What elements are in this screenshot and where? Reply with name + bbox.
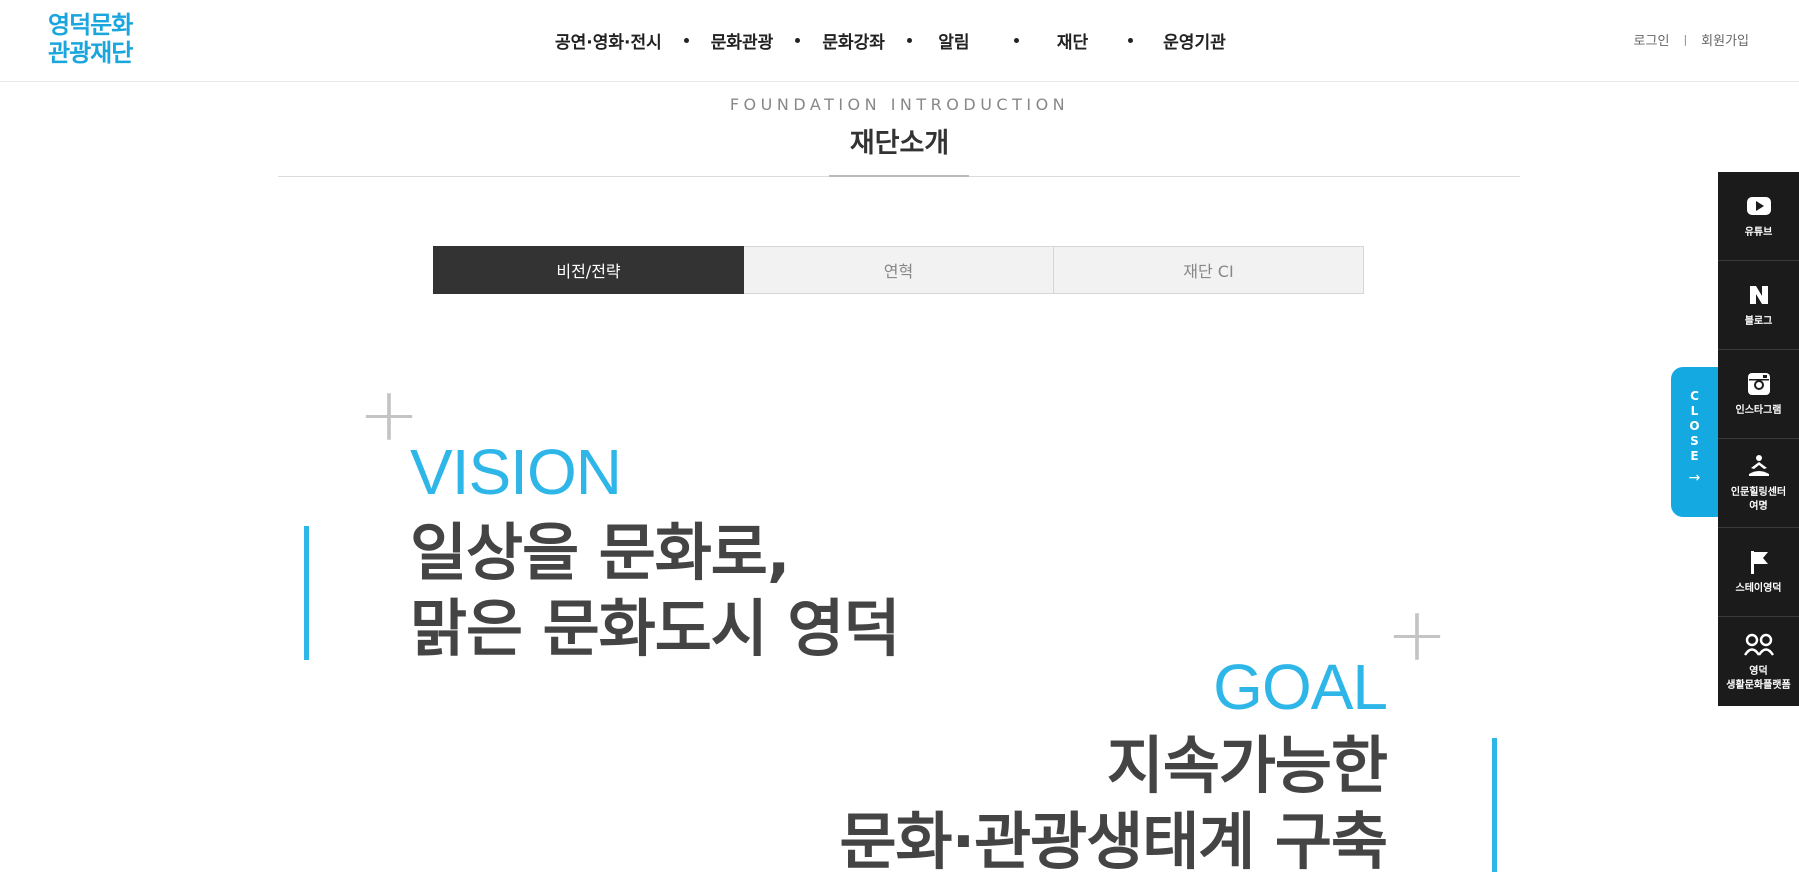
page-title: 재단소개 xyxy=(849,128,950,159)
login-link[interactable]: 로그인 xyxy=(1634,30,1670,49)
quick-item-youtube[interactable]: 유튜브 xyxy=(1718,172,1799,261)
quick-item-label: 인스타그램 xyxy=(1735,405,1782,416)
nav-separator-dot xyxy=(795,37,801,43)
nav-item-notice[interactable]: 알림 xyxy=(934,28,974,53)
close-letter: S xyxy=(1690,434,1699,448)
goal-line-1: 지속가능한 xyxy=(1106,729,1388,802)
tab-foundation-ci[interactable]: 재단 CI xyxy=(1054,246,1364,294)
close-label: C L O S E xyxy=(1689,389,1699,464)
quick-item-label: 유튜브 xyxy=(1744,227,1773,238)
quick-item-label: 스테이영덕 xyxy=(1735,583,1782,594)
quick-item-healing-center[interactable]: 인문힐링센터 여명 xyxy=(1718,439,1799,528)
nav-separator-dot xyxy=(1013,37,1019,43)
instagram-icon xyxy=(1747,370,1771,398)
vision-accent-bar xyxy=(304,526,309,660)
vision-line-1: 일상을 문화로, xyxy=(410,516,790,589)
nav-separator-dot xyxy=(1128,37,1134,43)
quick-item-stay-yeongdeok[interactable]: 스테이영덕 xyxy=(1718,528,1799,617)
quick-item-blog[interactable]: 블로그 xyxy=(1718,261,1799,350)
quick-item-label: 인문힐링센터 여명 xyxy=(1730,487,1787,512)
goal-statement: 지속가능한 문화·관광생태계 구축 xyxy=(840,728,1388,880)
logo-line-1: 영덕문화 xyxy=(48,11,133,39)
util-separator: | xyxy=(1683,33,1688,46)
nav-item-organizations[interactable]: 운영기관 xyxy=(1163,28,1226,53)
nav-separator-dot xyxy=(683,37,689,43)
join-link[interactable]: 회원가입 xyxy=(1701,30,1749,49)
close-letter: E xyxy=(1690,449,1699,463)
close-letter: L xyxy=(1690,404,1699,418)
close-letter: O xyxy=(1689,419,1700,433)
nav-item-lectures[interactable]: 문화강좌 xyxy=(822,28,885,53)
flag-icon xyxy=(1748,548,1770,576)
site-header: 영덕문화 관광재단 공연·영화·전시 문화관광 문화강좌 알림 재단 운영기관 … xyxy=(0,0,1799,82)
quick-item-culture-platform[interactable]: 영덕 생활문화플랫폼 xyxy=(1718,617,1799,706)
tab-history[interactable]: 연혁 xyxy=(744,246,1054,294)
quick-item-label: 영덕 생활문화플랫폼 xyxy=(1726,665,1791,691)
main-nav: 공연·영화·전시 문화관광 문화강좌 알림 재단 운영기관 xyxy=(555,22,1226,58)
youtube-icon xyxy=(1746,192,1772,220)
quick-menu: 유튜브 블로그 인스타그램 인문힐링센터 여명 스테이영덕 영덕 생활문화플랫폼 xyxy=(1718,172,1799,706)
close-letter: C xyxy=(1690,389,1699,403)
vision-label: VISION xyxy=(410,436,622,508)
vision-line-2: 맑은 문화도시 영덕 xyxy=(410,592,900,665)
title-accent-line xyxy=(829,175,969,177)
site-logo[interactable]: 영덕문화 관광재단 xyxy=(48,12,150,68)
nav-item-foundation[interactable]: 재단 xyxy=(1057,28,1088,53)
goal-line-2: 문화·관광생태계 구축 xyxy=(839,805,1388,878)
goal-accent-bar xyxy=(1492,738,1497,872)
util-menu: 로그인 | 회원가입 xyxy=(1634,30,1749,49)
sub-tabs: 비전/전략 연혁 재단 CI xyxy=(433,246,1364,294)
vision-statement: 일상을 문화로, 맑은 문화도시 영덕 xyxy=(410,515,900,667)
people-icon xyxy=(1743,631,1775,659)
nav-item-tourism[interactable]: 문화관광 xyxy=(711,28,774,53)
naver-blog-icon xyxy=(1748,281,1770,309)
page-subtitle-en: FOUNDATION INTRODUCTION xyxy=(729,95,1070,114)
quick-item-instagram[interactable]: 인스타그램 xyxy=(1718,350,1799,439)
arrow-right-icon: → xyxy=(1688,470,1701,486)
quick-item-label: 블로그 xyxy=(1744,316,1773,327)
logo-line-2: 관광재단 xyxy=(48,39,133,67)
nav-separator-dot xyxy=(906,37,912,43)
nav-item-performance[interactable]: 공연·영화·전시 xyxy=(555,28,662,53)
quick-menu-close-button[interactable]: C L O S E → xyxy=(1671,367,1718,517)
plus-decoration: + xyxy=(1386,592,1449,678)
tab-vision-strategy[interactable]: 비전/전략 xyxy=(433,246,744,294)
goal-label: GOAL xyxy=(1213,651,1388,723)
meditation-icon xyxy=(1745,452,1773,480)
